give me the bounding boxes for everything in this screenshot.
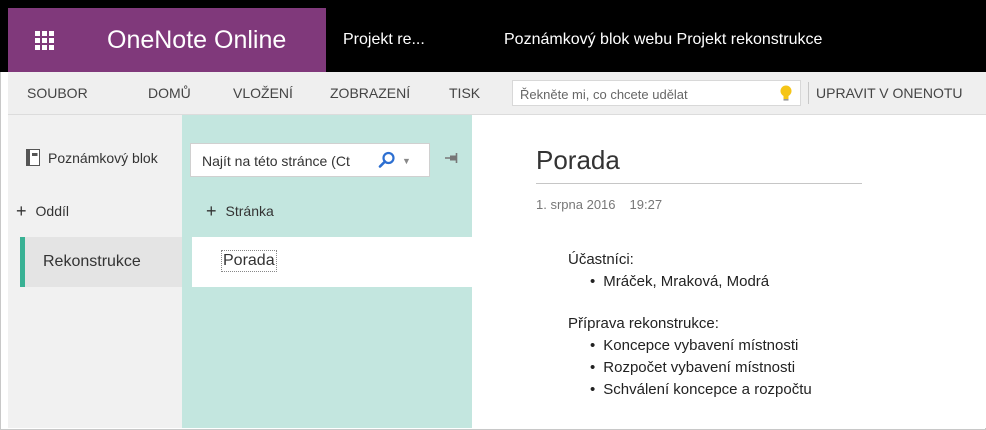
notebook-title: Poznámkový blok webu Projekt rekonstrukc… <box>504 31 823 48</box>
ribbon-tabs: SOUBOR DOMŮ VLOŽENÍ ZOBRAZENÍ TISK UPRAV… <box>8 72 986 115</box>
tab-domu[interactable]: DOMŮ <box>148 72 191 114</box>
add-page-label: Stránka <box>225 203 274 219</box>
add-page-button[interactable]: + Stránka <box>206 201 274 222</box>
sections-pane: Poznámkový blok + Oddíl Rekonstrukce <box>8 115 182 428</box>
chevron-down-icon[interactable]: ▼ <box>402 156 411 166</box>
page-canvas[interactable]: Porada 1. srpna 2016 19:27 Účastníci: Mrá… <box>472 115 986 428</box>
list-item: Koncepce vybavení místnosti <box>603 335 812 357</box>
app-launcher-icon <box>34 30 54 50</box>
bullet-list: Koncepce vybavení místnosti Rozpočet vyb… <box>568 335 812 401</box>
tell-me-input[interactable] <box>513 81 762 107</box>
page-search-input[interactable] <box>191 144 372 178</box>
note-body[interactable]: Účastníci: Mráček, Mraková, Modrá Přípra… <box>568 249 812 401</box>
add-section-button[interactable]: + Oddíl <box>16 201 69 222</box>
notebook-icon <box>26 149 40 166</box>
page-search-box: ▼ <box>190 143 430 178</box>
notebooks-label: Poznámkový blok <box>48 149 158 166</box>
plus-icon: + <box>206 201 217 221</box>
page-item-porada[interactable]: Porada <box>192 237 472 287</box>
tab-vlozeni[interactable]: VLOŽENÍ <box>233 72 293 114</box>
page-timestamp: 1. srpna 2016 19:27 <box>536 197 662 212</box>
section-color-bar <box>20 237 25 287</box>
search-icon[interactable] <box>378 151 396 169</box>
note-heading: Příprava rekonstrukce: <box>568 315 719 332</box>
tell-me-box <box>512 80 801 107</box>
tab-soubor[interactable]: SOUBOR <box>27 72 88 114</box>
ribbon-divider <box>808 82 809 104</box>
notebooks-button[interactable]: Poznámkový blok <box>26 149 158 166</box>
note-heading: Účastníci: <box>568 251 634 268</box>
title-bar: OneNote Online Projekt re... Poznámkový … <box>0 0 986 72</box>
app-launcher-button[interactable] <box>8 8 80 72</box>
section-item-rekonstrukce[interactable]: Rekonstrukce <box>20 237 182 287</box>
tab-zobrazeni[interactable]: ZOBRAZENÍ <box>330 72 410 114</box>
page-time: 19:27 <box>629 197 663 212</box>
section-label: Rekonstrukce <box>43 253 141 270</box>
page-label: Porada <box>221 250 277 272</box>
edit-in-onenote-button[interactable]: UPRAVIT V ONENOTU <box>816 72 963 114</box>
page-date: 1. srpna 2016 <box>536 197 616 212</box>
bullet-list: Mráček, Mraková, Modrá <box>568 271 812 293</box>
lightbulb-icon <box>780 85 792 101</box>
list-item: Rozpočet vybavení místnosti <box>603 357 812 379</box>
add-section-label: Oddíl <box>35 203 69 219</box>
page-title[interactable]: Porada <box>536 145 620 176</box>
pages-pane: ▼ + Stránka Porada <box>182 115 472 428</box>
list-item: Mráček, Mraková, Modrá <box>603 271 812 293</box>
pin-icon[interactable] <box>444 151 460 165</box>
app-name[interactable]: OneNote Online <box>80 8 326 72</box>
list-item: Schválení koncepce a rozpočtu <box>603 379 811 401</box>
title-underline <box>536 183 862 184</box>
plus-icon: + <box>16 201 27 221</box>
notebook-breadcrumb[interactable]: Projekt re... <box>343 8 425 72</box>
tab-tisk[interactable]: TISK <box>449 72 480 114</box>
